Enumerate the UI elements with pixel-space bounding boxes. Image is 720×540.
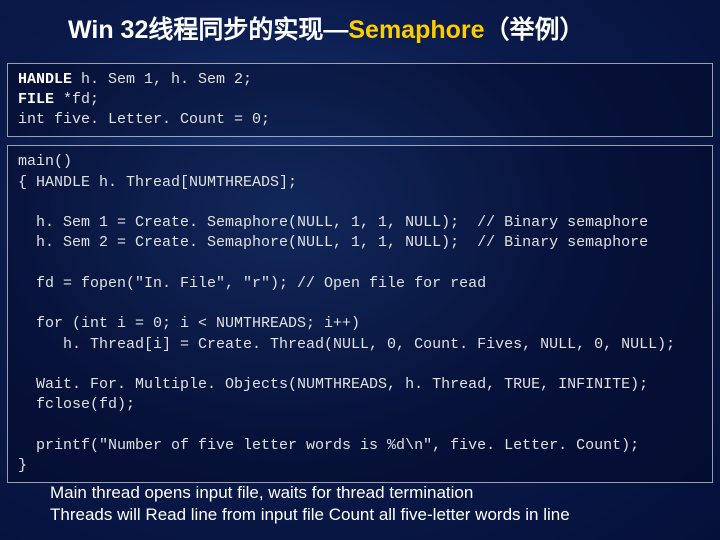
slide: Win 32线程同步的实现—Semaphore（举例） HANDLE h. Se… (0, 0, 720, 540)
caption-line2: Threads will Read line from input file C… (50, 504, 690, 526)
caption-line1: Main thread opens input file, waits for … (50, 482, 690, 504)
code-text: *fd; (54, 91, 99, 108)
code-text: int five. Letter. Count = 0; (18, 111, 270, 128)
code-line: for (int i = 0; i < NUMTHREADS; i++) (18, 315, 360, 332)
code-line: h. Thread[i] = Create. Thread(NULL, 0, C… (18, 336, 675, 353)
code-line: h. Sem 2 = Create. Semaphore(NULL, 1, 1,… (18, 234, 648, 251)
code-text: h. Sem 1, h. Sem 2; (72, 71, 252, 88)
code-line: } (18, 457, 27, 474)
caption: Main thread opens input file, waits for … (50, 482, 690, 526)
code-line: fd = fopen("In. File", "r"); // Open fil… (18, 275, 486, 292)
title-part3: （举例） (485, 16, 585, 44)
code-block-main: main() { HANDLE h. Thread[NUMTHREADS]; h… (7, 145, 713, 483)
keyword-file: FILE (18, 91, 54, 108)
code-line: Wait. For. Multiple. Objects(NUMTHREADS,… (18, 376, 648, 393)
title-part2: Semaphore (348, 16, 484, 44)
slide-title: Win 32线程同步的实现—Semaphore（举例） (0, 0, 720, 61)
code-block-declarations: HANDLE h. Sem 1, h. Sem 2; FILE *fd; int… (7, 63, 713, 138)
code-line: h. Sem 1 = Create. Semaphore(NULL, 1, 1,… (18, 214, 648, 231)
code-line: printf("Number of five letter words is %… (18, 437, 639, 454)
code-line: { HANDLE h. Thread[NUMTHREADS]; (18, 174, 297, 191)
keyword-handle: HANDLE (18, 71, 72, 88)
code-line: main() (18, 153, 72, 170)
title-part1: Win 32线程同步的实现— (68, 16, 348, 44)
code-line: fclose(fd); (18, 396, 135, 413)
